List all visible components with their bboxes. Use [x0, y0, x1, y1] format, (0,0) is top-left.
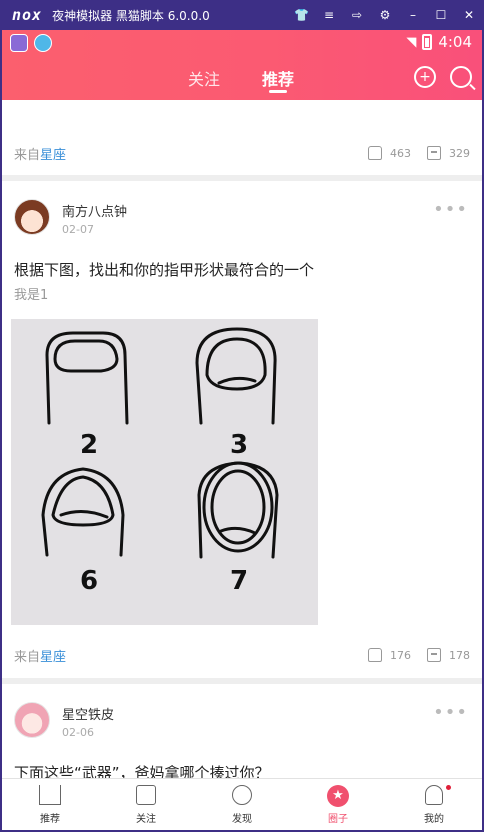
emulator-logo: nox: [12, 6, 43, 24]
post-source[interactable]: 来自星座: [14, 646, 66, 665]
tab-follow[interactable]: 关注: [188, 66, 220, 90]
more-options-icon[interactable]: •••: [433, 702, 468, 723]
image-label: 2: [80, 430, 98, 460]
post-text: 我是1: [14, 288, 49, 303]
emulator-title-bar: nox 夜神模拟器 黑猫脚本 6.0.0.0 👕 ≡ ⇨ ⚙ – ☐ ✕: [0, 0, 484, 30]
post-date: 02-06: [62, 726, 94, 739]
app-header: ◥ 4:04 关注 推荐 +: [2, 30, 482, 100]
post-stats: 463 329: [368, 146, 470, 160]
post-title[interactable]: 下面这些“武器”，爸妈拿哪个揍过你？: [14, 762, 270, 778]
post-card[interactable]: 星空铁皮 02-06 ••• 下面这些“武器”，爸妈拿哪个揍过你？: [2, 684, 482, 778]
comment-count: 329: [449, 146, 470, 160]
comment-icon[interactable]: [427, 648, 441, 662]
emulator-controls: 👕 ≡ ⇨ ⚙ – ☐ ✕: [294, 0, 476, 30]
app-notification-icon-2: [34, 34, 52, 52]
phone-screen: ◥ 4:04 关注 推荐 + 来自星座 463 329 南方八点钟 02-07 …: [2, 30, 482, 830]
nav-label: 圈子: [328, 814, 348, 825]
source-topic-link[interactable]: 星座: [40, 650, 66, 665]
nail-illustration: [197, 461, 279, 559]
comment-icon[interactable]: [427, 146, 441, 160]
post-source[interactable]: 来自星座: [14, 144, 66, 163]
image-label: 7: [230, 566, 248, 596]
avatar[interactable]: [14, 702, 50, 738]
like-icon[interactable]: [368, 146, 382, 160]
post-title[interactable]: 根据下图，找出和你的指甲形状最符合的一个: [14, 259, 314, 280]
emulator-title: 夜神模拟器 黑猫脚本 6.0.0.0: [52, 8, 210, 23]
like-count: 463: [390, 146, 411, 160]
like-icon[interactable]: [368, 648, 382, 662]
post-username[interactable]: 星空铁皮: [62, 704, 114, 723]
nav-label: 发现: [232, 814, 252, 825]
home-icon: [39, 785, 61, 805]
nav-item-circle[interactable]: ★ 圈子: [290, 779, 386, 830]
post-card[interactable]: 来自星座 463 329: [2, 100, 482, 175]
minimize-icon[interactable]: –: [406, 8, 420, 22]
bottom-nav: 推荐 关注 发现 ★ 圈子 我的: [2, 778, 482, 830]
post-date: 02-07: [62, 223, 94, 236]
source-topic-link[interactable]: 星座: [40, 148, 66, 163]
nail-illustration: [195, 327, 277, 425]
nav-item-recommend[interactable]: 推荐: [2, 779, 98, 830]
menu-icon[interactable]: ≡: [322, 8, 336, 22]
status-indicators: ◥ 4:04: [406, 33, 472, 51]
status-time: 4:04: [438, 33, 472, 51]
nail-illustration: [41, 467, 125, 557]
nav-label: 推荐: [40, 814, 60, 825]
source-prefix: 来自: [14, 148, 41, 163]
feed[interactable]: 来自星座 463 329 南方八点钟 02-07 ••• 根据下图，找出和你的指…: [2, 100, 482, 778]
status-bar: ◥ 4:04: [2, 30, 482, 56]
circle-star-icon: ★: [327, 785, 349, 807]
like-count: 176: [390, 648, 411, 662]
profile-icon: [425, 785, 443, 805]
notification-dot: [446, 785, 451, 790]
add-post-icon[interactable]: +: [414, 66, 436, 88]
maximize-icon[interactable]: ☐: [434, 8, 448, 22]
nav-item-follow[interactable]: 关注: [98, 779, 194, 830]
battery-icon: [422, 34, 433, 50]
search-icon[interactable]: [450, 66, 472, 88]
discover-icon: [232, 785, 252, 805]
post-stats: 176 178: [368, 648, 470, 662]
wifi-icon: ◥: [406, 34, 417, 50]
post-image[interactable]: 2 3 6 7: [11, 319, 318, 625]
nail-illustration: [45, 331, 129, 425]
image-label: 6: [80, 566, 98, 596]
comment-count: 178: [449, 648, 470, 662]
nav-label: 关注: [136, 814, 156, 825]
nav-label: 我的: [424, 814, 444, 825]
source-prefix: 来自: [14, 650, 41, 665]
app-notification-icon: [10, 34, 28, 52]
post-username[interactable]: 南方八点钟: [62, 201, 127, 220]
header-tabs: 关注 推荐: [2, 62, 482, 98]
image-label: 3: [230, 430, 248, 460]
active-tab-indicator: [269, 90, 287, 93]
nav-item-mine[interactable]: 我的: [386, 779, 482, 830]
tab-recommend[interactable]: 推荐: [262, 66, 294, 90]
close-icon[interactable]: ✕: [462, 8, 476, 22]
pin-icon[interactable]: ⇨: [350, 8, 364, 22]
nav-item-discover[interactable]: 发现: [194, 779, 290, 830]
follow-icon: [136, 785, 156, 805]
more-options-icon[interactable]: •••: [433, 199, 468, 220]
tshirt-icon[interactable]: 👕: [294, 8, 309, 22]
post-card[interactable]: 南方八点钟 02-07 ••• 根据下图，找出和你的指甲形状最符合的一个 我是1: [2, 181, 482, 678]
gear-icon[interactable]: ⚙: [378, 8, 392, 22]
avatar[interactable]: [14, 199, 50, 235]
